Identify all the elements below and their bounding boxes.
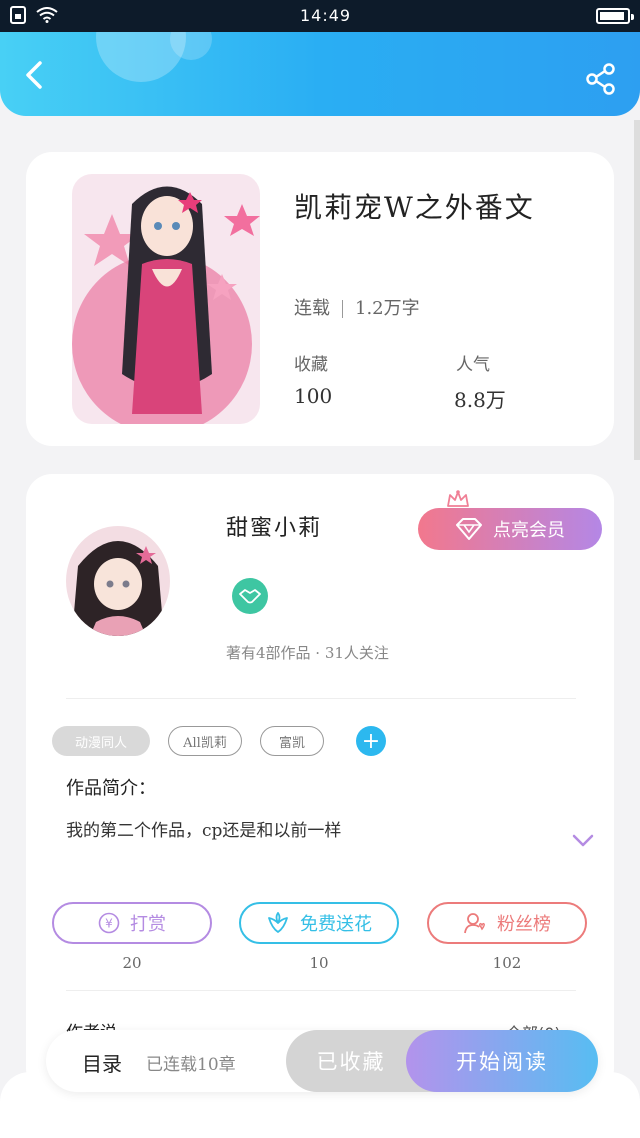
author-name[interactable]: 甜蜜小莉 bbox=[226, 510, 322, 542]
add-tag-button[interactable]: + bbox=[356, 726, 386, 756]
avatar-illustration bbox=[66, 526, 170, 636]
flower-count: 10 bbox=[309, 954, 329, 972]
handshake-icon[interactable] bbox=[232, 578, 268, 614]
book-title: 凯莉宠W之外番文 bbox=[294, 191, 535, 224]
divider bbox=[66, 990, 576, 991]
intro-text: 我的第二个作品，cp还是和以前一样 bbox=[66, 821, 342, 841]
avatar[interactable] bbox=[66, 526, 170, 636]
serial-status: 连载 bbox=[294, 298, 330, 319]
back-icon[interactable] bbox=[20, 60, 50, 90]
header-bar bbox=[0, 32, 640, 116]
wifi-icon bbox=[36, 7, 58, 23]
fan-count: 102 bbox=[492, 954, 522, 972]
fan-icon bbox=[464, 913, 485, 934]
popularity-value: 8.8万 bbox=[454, 388, 506, 412]
author-meta: 著有4部作品 · 31人关注 bbox=[226, 644, 389, 662]
yen-icon: ¥ bbox=[98, 912, 120, 934]
serial-info: 连载 1.2万字 bbox=[294, 294, 420, 320]
fan-ranking-label: 粉丝榜 bbox=[497, 914, 551, 935]
favorites-label: 收藏 bbox=[294, 355, 328, 375]
svg-text:¥: ¥ bbox=[105, 917, 113, 931]
word-count: 1.2万字 bbox=[355, 298, 420, 319]
battery-icon bbox=[596, 8, 634, 24]
cover-illustration bbox=[72, 174, 260, 424]
tag-item[interactable]: 富凯 bbox=[260, 726, 324, 756]
tag-item[interactable]: 动漫同人 bbox=[52, 726, 150, 756]
scrollbar[interactable] bbox=[634, 120, 640, 460]
status-bar: 14:49 bbox=[0, 0, 640, 32]
fan-ranking-button[interactable]: 粉丝榜 bbox=[427, 902, 587, 944]
toc-button[interactable]: 目录 bbox=[82, 1048, 122, 1077]
divider bbox=[66, 698, 576, 699]
author-detail-card: 甜蜜小莉 点亮会员 著有4部作品 · 31人关注 动漫同人 All凯莉 富凯 +… bbox=[26, 474, 614, 1094]
flower-icon bbox=[268, 912, 288, 933]
intro-heading: 作品简介： bbox=[66, 778, 156, 799]
vip-button[interactable]: 点亮会员 bbox=[418, 508, 602, 550]
tag-item[interactable]: All凯莉 bbox=[168, 726, 242, 756]
book-info-card: 凯莉宠W之外番文 连载 1.2万字 收藏 100 人气 8.8万 bbox=[26, 152, 614, 446]
send-flower-label: 免费送花 bbox=[300, 914, 372, 935]
status-icons bbox=[10, 6, 58, 24]
reward-label: 打赏 bbox=[130, 914, 166, 935]
chapter-progress: 已连载10章 bbox=[146, 1055, 236, 1075]
send-flower-button[interactable]: 免费送花 bbox=[239, 902, 399, 944]
sim-icon bbox=[10, 6, 26, 24]
crown-icon bbox=[447, 490, 469, 507]
saved-button-label: 已收藏 bbox=[316, 1050, 386, 1074]
book-cover[interactable] bbox=[72, 174, 260, 424]
start-reading-button[interactable]: 开始阅读 bbox=[406, 1030, 598, 1092]
favorites-value: 100 bbox=[294, 384, 333, 408]
popularity-label: 人气 bbox=[456, 355, 490, 375]
reward-count: 20 bbox=[122, 954, 142, 972]
vip-button-label: 点亮会员 bbox=[493, 520, 565, 541]
bottom-action-bar: 目录 已连载10章 已收藏 开始阅读 bbox=[46, 1030, 598, 1092]
share-icon[interactable] bbox=[584, 62, 618, 96]
divider bbox=[342, 300, 343, 318]
chevron-down-icon[interactable] bbox=[572, 834, 594, 848]
reward-button[interactable]: ¥ 打赏 bbox=[52, 902, 212, 944]
clock: 14:49 bbox=[300, 6, 352, 25]
diamond-icon bbox=[456, 518, 482, 540]
start-reading-label: 开始阅读 bbox=[456, 1050, 548, 1074]
